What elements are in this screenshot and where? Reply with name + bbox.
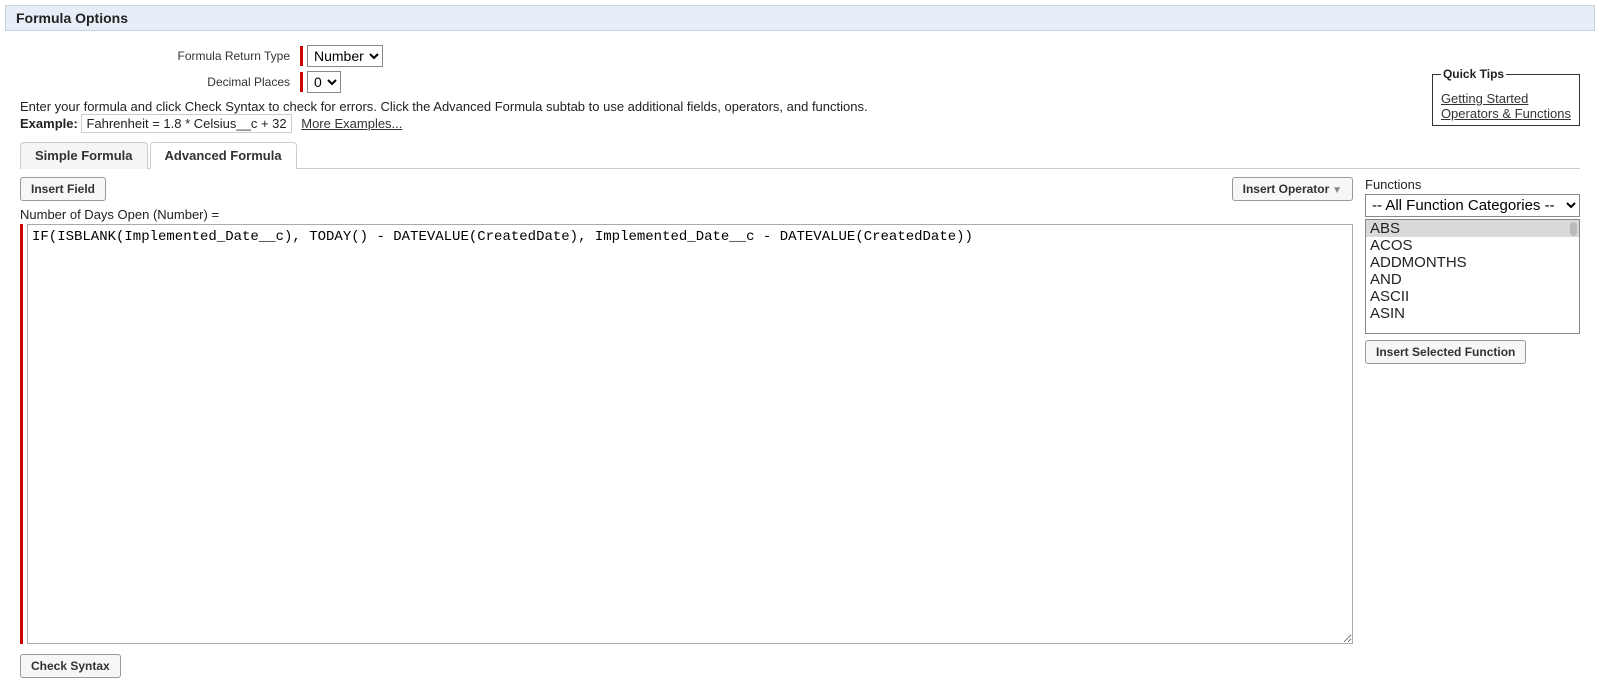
return-type-select[interactable]: Number [307, 45, 383, 67]
page-title: Formula Options [16, 10, 1584, 26]
insert-operator-button[interactable]: Insert Operator [1232, 177, 1353, 201]
example-code: Fahrenheit = 1.8 * Celsius__c + 32 [81, 114, 291, 133]
decimal-select[interactable]: 0 [307, 71, 341, 93]
instruction-text: Enter your formula and click Check Synta… [20, 99, 1580, 114]
decimal-label: Decimal Places [20, 75, 300, 89]
functions-label: Functions [1365, 177, 1580, 192]
function-item-addmonths[interactable]: ADDMONTHS [1366, 254, 1579, 271]
tabs: Simple Formula Advanced Formula [20, 141, 1580, 169]
scrollbar-thumb[interactable] [1570, 222, 1577, 236]
required-indicator [300, 46, 303, 66]
function-item-asin[interactable]: ASIN [1366, 305, 1579, 322]
insert-field-button[interactable]: Insert Field [20, 177, 106, 201]
quick-tips-title: Quick Tips [1441, 67, 1506, 81]
return-type-label: Formula Return Type [20, 49, 300, 63]
formula-field-label: Number of Days Open (Number) = [20, 207, 1353, 222]
required-indicator [20, 224, 23, 644]
decimal-row: Decimal Places 0 [20, 71, 1580, 93]
toolbar: Insert Field Insert Operator [20, 177, 1353, 201]
tab-advanced-formula[interactable]: Advanced Formula [150, 142, 297, 169]
quick-tips-getting-started-link[interactable]: Getting Started [1441, 91, 1571, 106]
required-indicator [300, 72, 303, 92]
formula-textarea[interactable] [27, 224, 1353, 644]
more-examples-link[interactable]: More Examples... [301, 116, 402, 131]
function-item-and[interactable]: AND [1366, 271, 1579, 288]
quick-tips-box: Quick Tips Getting Started Operators & F… [1432, 67, 1580, 126]
editor-area: Insert Field Insert Operator Number of D… [20, 177, 1580, 678]
return-type-row: Formula Return Type Number [20, 45, 1580, 67]
quick-tips-operators-link[interactable]: Operators & Functions [1441, 106, 1571, 121]
function-item-abs[interactable]: ABS [1366, 220, 1579, 237]
function-item-acos[interactable]: ACOS [1366, 237, 1579, 254]
tab-simple-formula[interactable]: Simple Formula [20, 142, 148, 169]
header-bar: Formula Options [5, 5, 1595, 31]
example-label: Example: [20, 116, 78, 131]
functions-panel: Functions -- All Function Categories -- … [1365, 177, 1580, 678]
function-item-ascii[interactable]: ASCII [1366, 288, 1579, 305]
example-row: Example: Fahrenheit = 1.8 * Celsius__c +… [20, 116, 1580, 131]
function-list[interactable]: ABS ACOS ADDMONTHS AND ASCII ASIN [1365, 219, 1580, 334]
check-syntax-button[interactable]: Check Syntax [20, 654, 121, 678]
insert-selected-function-button[interactable]: Insert Selected Function [1365, 340, 1526, 364]
editor-left: Insert Field Insert Operator Number of D… [20, 177, 1353, 678]
content-area: Quick Tips Getting Started Operators & F… [0, 31, 1600, 688]
function-category-select[interactable]: -- All Function Categories -- [1365, 194, 1580, 217]
